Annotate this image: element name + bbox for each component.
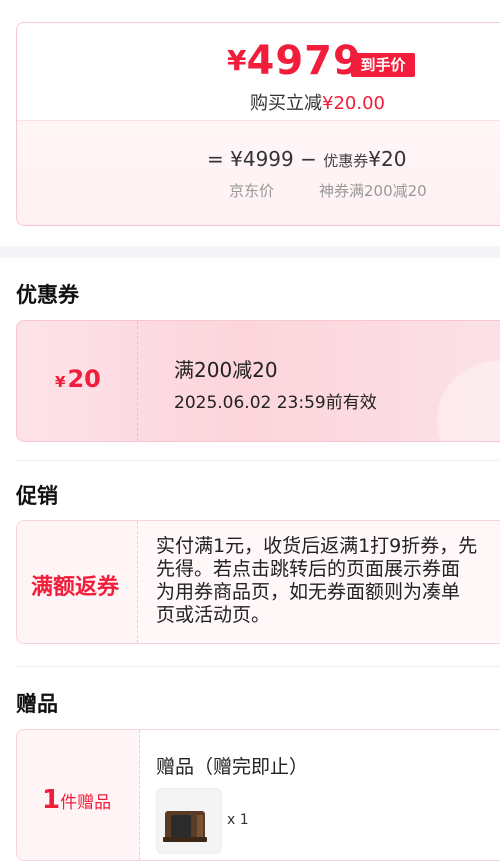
coupon-amount: ¥20 [55,365,101,393]
camera-case-icon [163,811,207,842]
gift-card[interactable]: 1件赠品 赠品（赠完即止） x 1 [16,729,500,861]
base-price: ¥4999 [230,147,294,171]
final-price-tag: 到手价 [351,53,415,77]
gift-count-unit: 件赠品 [60,793,112,813]
currency-symbol: ¥ [227,44,247,77]
promotion-line: 为用券商品页，如无券面额则为凑单 [156,581,461,603]
coupon-card[interactable]: ¥20 满200减20 2025.06.02 23:59前有效 [16,320,500,442]
promotion-description: 实付满1元，收货后返满1打9折券，先 先得。若点击跳转后的页面展示券面 为用券商… [156,535,500,627]
gift-quantity: x 1 [227,812,249,828]
coupon-amount-value: 20 [67,365,101,393]
gift-title: 赠品（赠完即止） [156,756,309,778]
gift-count-number: 1 [42,785,61,815]
coupon-validity: 2025.06.02 23:59前有效 [174,393,377,413]
promotion-line: 页或活动页。 [156,604,271,626]
promotion-section-title: 促销 [16,484,58,508]
promotion-card[interactable]: 满额返券 实付满1元，收货后返满1打9折券，先 先得。若点击跳转后的页面展示券面… [16,520,500,644]
gift-thumbnail[interactable] [156,788,222,854]
price-breakdown [17,120,500,225]
promotion-label-panel: 满额返券 [17,521,138,643]
instant-discount: 购买立减¥20.00 [250,89,385,115]
gift-section-title: 赠品 [16,692,58,716]
minus-sign: − [300,147,317,171]
coupon-decoration [437,361,500,441]
price-card: ¥4979 到手价 购买立减¥20.00 = ¥4999 − 优惠券¥20 京东… [16,22,500,226]
promotion-line: 先得。若点击跳转后的页面展示券面 [156,558,461,580]
equals-sign: = [207,147,224,171]
coupon-currency: ¥ [55,373,66,391]
coupon-section-title: 优惠券 [16,283,79,307]
final-price: ¥4979 [227,38,362,84]
price-formula: = ¥4999 − 优惠券¥20 [207,147,406,171]
discount-label: 购买立减 [250,93,322,114]
divider [16,666,500,667]
base-price-caption: 京东价 [229,182,275,200]
coupon-title: 满200减20 [174,358,278,382]
price-summary: ¥4979 到手价 购买立减¥20.00 [17,23,500,120]
coupon-deduction: ¥20 [368,147,407,171]
promotion-label: 满额返券 [31,575,120,600]
coupon-label: 优惠券 [323,152,369,170]
coupon-caption: 神券满200减20 [319,182,427,200]
final-price-amount: 4979 [246,38,362,84]
promotion-line: 实付满1元，收货后返满1打9折券，先 [156,535,478,557]
gift-count: 1件赠品 [42,785,111,815]
discount-value: ¥20.00 [322,93,385,114]
gift-count-panel: 1件赠品 [17,730,140,860]
divider [16,460,500,461]
coupon-value-panel: ¥20 [17,321,138,441]
section-separator [0,246,500,258]
